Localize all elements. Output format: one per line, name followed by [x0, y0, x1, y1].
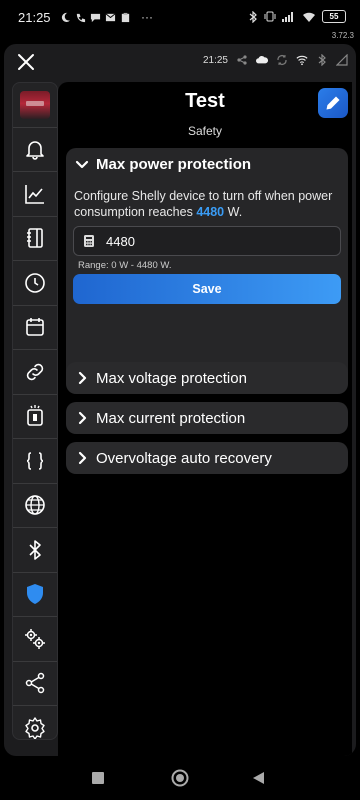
back-triangle-icon — [253, 772, 264, 784]
vibrate-icon — [264, 11, 276, 22]
sidebar-item-sharing[interactable] — [13, 662, 57, 706]
page-subtitle: Safety — [187, 124, 223, 138]
sidebar-item-network[interactable] — [13, 484, 57, 528]
save-button[interactable]: Save — [73, 274, 341, 304]
sidebar-item-logs[interactable] — [13, 217, 57, 261]
battery-indicator: 55 — [322, 10, 346, 23]
max-power-header[interactable]: Max power protection — [66, 148, 348, 180]
chat-icon — [90, 13, 101, 22]
gears-icon — [25, 628, 45, 649]
app-version: 3.72.3 — [331, 31, 354, 40]
sidebar-item-schedules[interactable] — [13, 261, 57, 306]
status-time: 21:25 — [18, 10, 51, 25]
sidebar-item-calendar[interactable] — [13, 306, 57, 350]
sidebar-item-notifications[interactable] — [13, 128, 57, 172]
system-nav-bar — [0, 760, 360, 800]
sidebar-item-safety[interactable] — [13, 573, 57, 617]
chevron-down-icon — [75, 160, 89, 169]
max-voltage-panel[interactable]: Max voltage protection — [66, 362, 348, 394]
max-current-panel[interactable]: Max current protection — [66, 402, 348, 434]
share-icon — [237, 55, 247, 65]
moon-icon — [61, 12, 71, 22]
share-icon — [25, 673, 45, 694]
recents-button[interactable] — [92, 772, 104, 784]
wifi-icon — [296, 55, 308, 66]
max-voltage-title: Max voltage protection — [96, 369, 247, 387]
max-power-title: Max power protection — [96, 155, 252, 173]
max-voltage-header[interactable]: Max voltage protection — [66, 362, 348, 394]
code-braces-icon — [26, 451, 44, 470]
power-limit-input[interactable] — [104, 232, 328, 250]
settings-icon — [25, 717, 45, 739]
sidebar-item-settings[interactable] — [13, 706, 57, 739]
sidebar-item-bluetooth[interactable] — [13, 528, 57, 573]
chevron-right-icon — [78, 371, 87, 385]
app-bar-status: 21:25 — [203, 54, 348, 66]
sync-icon — [277, 55, 287, 65]
home-button[interactable] — [171, 769, 189, 787]
app-bar-time: 21:25 — [202, 54, 228, 66]
mail-icon — [105, 12, 116, 21]
cloud-icon — [256, 56, 268, 64]
notification-icons: ··· — [60, 10, 153, 24]
page-title: Test — [185, 90, 225, 112]
link-icon — [26, 363, 44, 380]
home-circle-icon — [171, 769, 189, 787]
calendar-icon — [26, 318, 44, 337]
sidebar-item-actions[interactable] — [13, 350, 57, 395]
globe-icon — [25, 495, 45, 516]
close-icon — [18, 54, 34, 70]
sidebar-item-scripts[interactable] — [13, 439, 57, 484]
sidebar-item-device[interactable] — [13, 83, 57, 128]
calculator-icon — [84, 235, 94, 247]
power-unit: W. — [227, 205, 243, 219]
notebook-icon — [27, 228, 43, 249]
bell-icon — [26, 141, 44, 161]
sidebar-item-advanced[interactable] — [13, 617, 57, 662]
power-limit-field[interactable] — [73, 226, 341, 256]
overvoltage-recovery-header[interactable]: Overvoltage auto recovery — [66, 442, 348, 474]
overvoltage-recovery-panel[interactable]: Overvoltage auto recovery — [66, 442, 348, 474]
max-current-header[interactable]: Max current protection — [66, 402, 348, 434]
sidebar-item-input[interactable] — [13, 395, 57, 439]
status-right: 55 — [248, 10, 346, 23]
signal-icon — [336, 54, 348, 66]
range-hint: Range: 0 W - 4480 W. — [78, 260, 172, 271]
wifi-status-icon — [303, 12, 315, 22]
clipboard-icon — [121, 12, 130, 22]
chart-icon — [25, 184, 44, 204]
bluetooth-icon — [29, 539, 41, 560]
power-limit-value: 4480 — [196, 205, 225, 219]
sidebar-item-statistics[interactable] — [13, 172, 57, 217]
chevron-right-icon — [78, 451, 87, 465]
overflow-icon: ··· — [141, 10, 153, 24]
max-power-description: Configure Shelly device to turn off when… — [74, 188, 344, 220]
main-content: Test Safety Max power protection Configu… — [58, 82, 352, 756]
chevron-right-icon — [78, 411, 87, 425]
square-icon — [92, 772, 104, 784]
overvoltage-recovery-title: Overvoltage auto recovery — [96, 449, 272, 467]
shield-icon — [27, 584, 43, 605]
signal-status-icon — [282, 12, 293, 22]
pencil-icon — [326, 96, 340, 110]
max-current-title: Max current protection — [96, 409, 246, 427]
app-window: 21:25 Test Safety Max power protection C… — [4, 44, 356, 756]
status-bar: 21:25 ··· 55 3.72.3 — [0, 0, 360, 40]
sidebar — [12, 82, 58, 740]
phone-icon — [76, 13, 86, 22]
close-button[interactable] — [14, 50, 38, 74]
bluetooth-icon — [318, 54, 326, 66]
device-thumbnail — [20, 90, 50, 119]
input-icon — [27, 405, 43, 427]
max-power-panel: Max power protection Configure Shelly de… — [66, 148, 348, 386]
edit-button[interactable] — [318, 88, 348, 118]
clock-icon — [25, 272, 45, 293]
bluetooth-status-icon — [249, 10, 257, 23]
back-button[interactable] — [252, 771, 265, 785]
